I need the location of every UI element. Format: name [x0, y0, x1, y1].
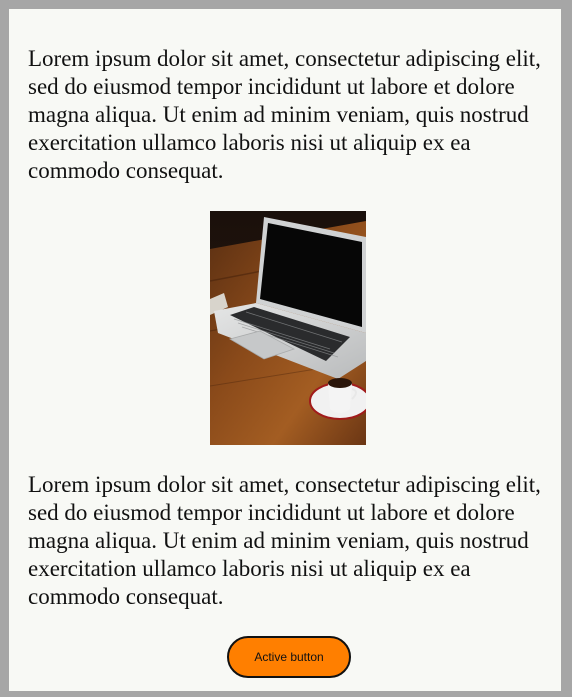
paragraph-top: Lorem ipsum dolor sit amet, consectetur … — [28, 46, 541, 183]
active-button[interactable]: Active button — [227, 636, 351, 678]
content-card: Lorem ipsum dolor sit amet, consectetur … — [9, 9, 561, 691]
laptop-photo — [210, 211, 366, 445]
paragraph-bottom: Lorem ipsum dolor sit amet, consectetur … — [28, 472, 541, 609]
